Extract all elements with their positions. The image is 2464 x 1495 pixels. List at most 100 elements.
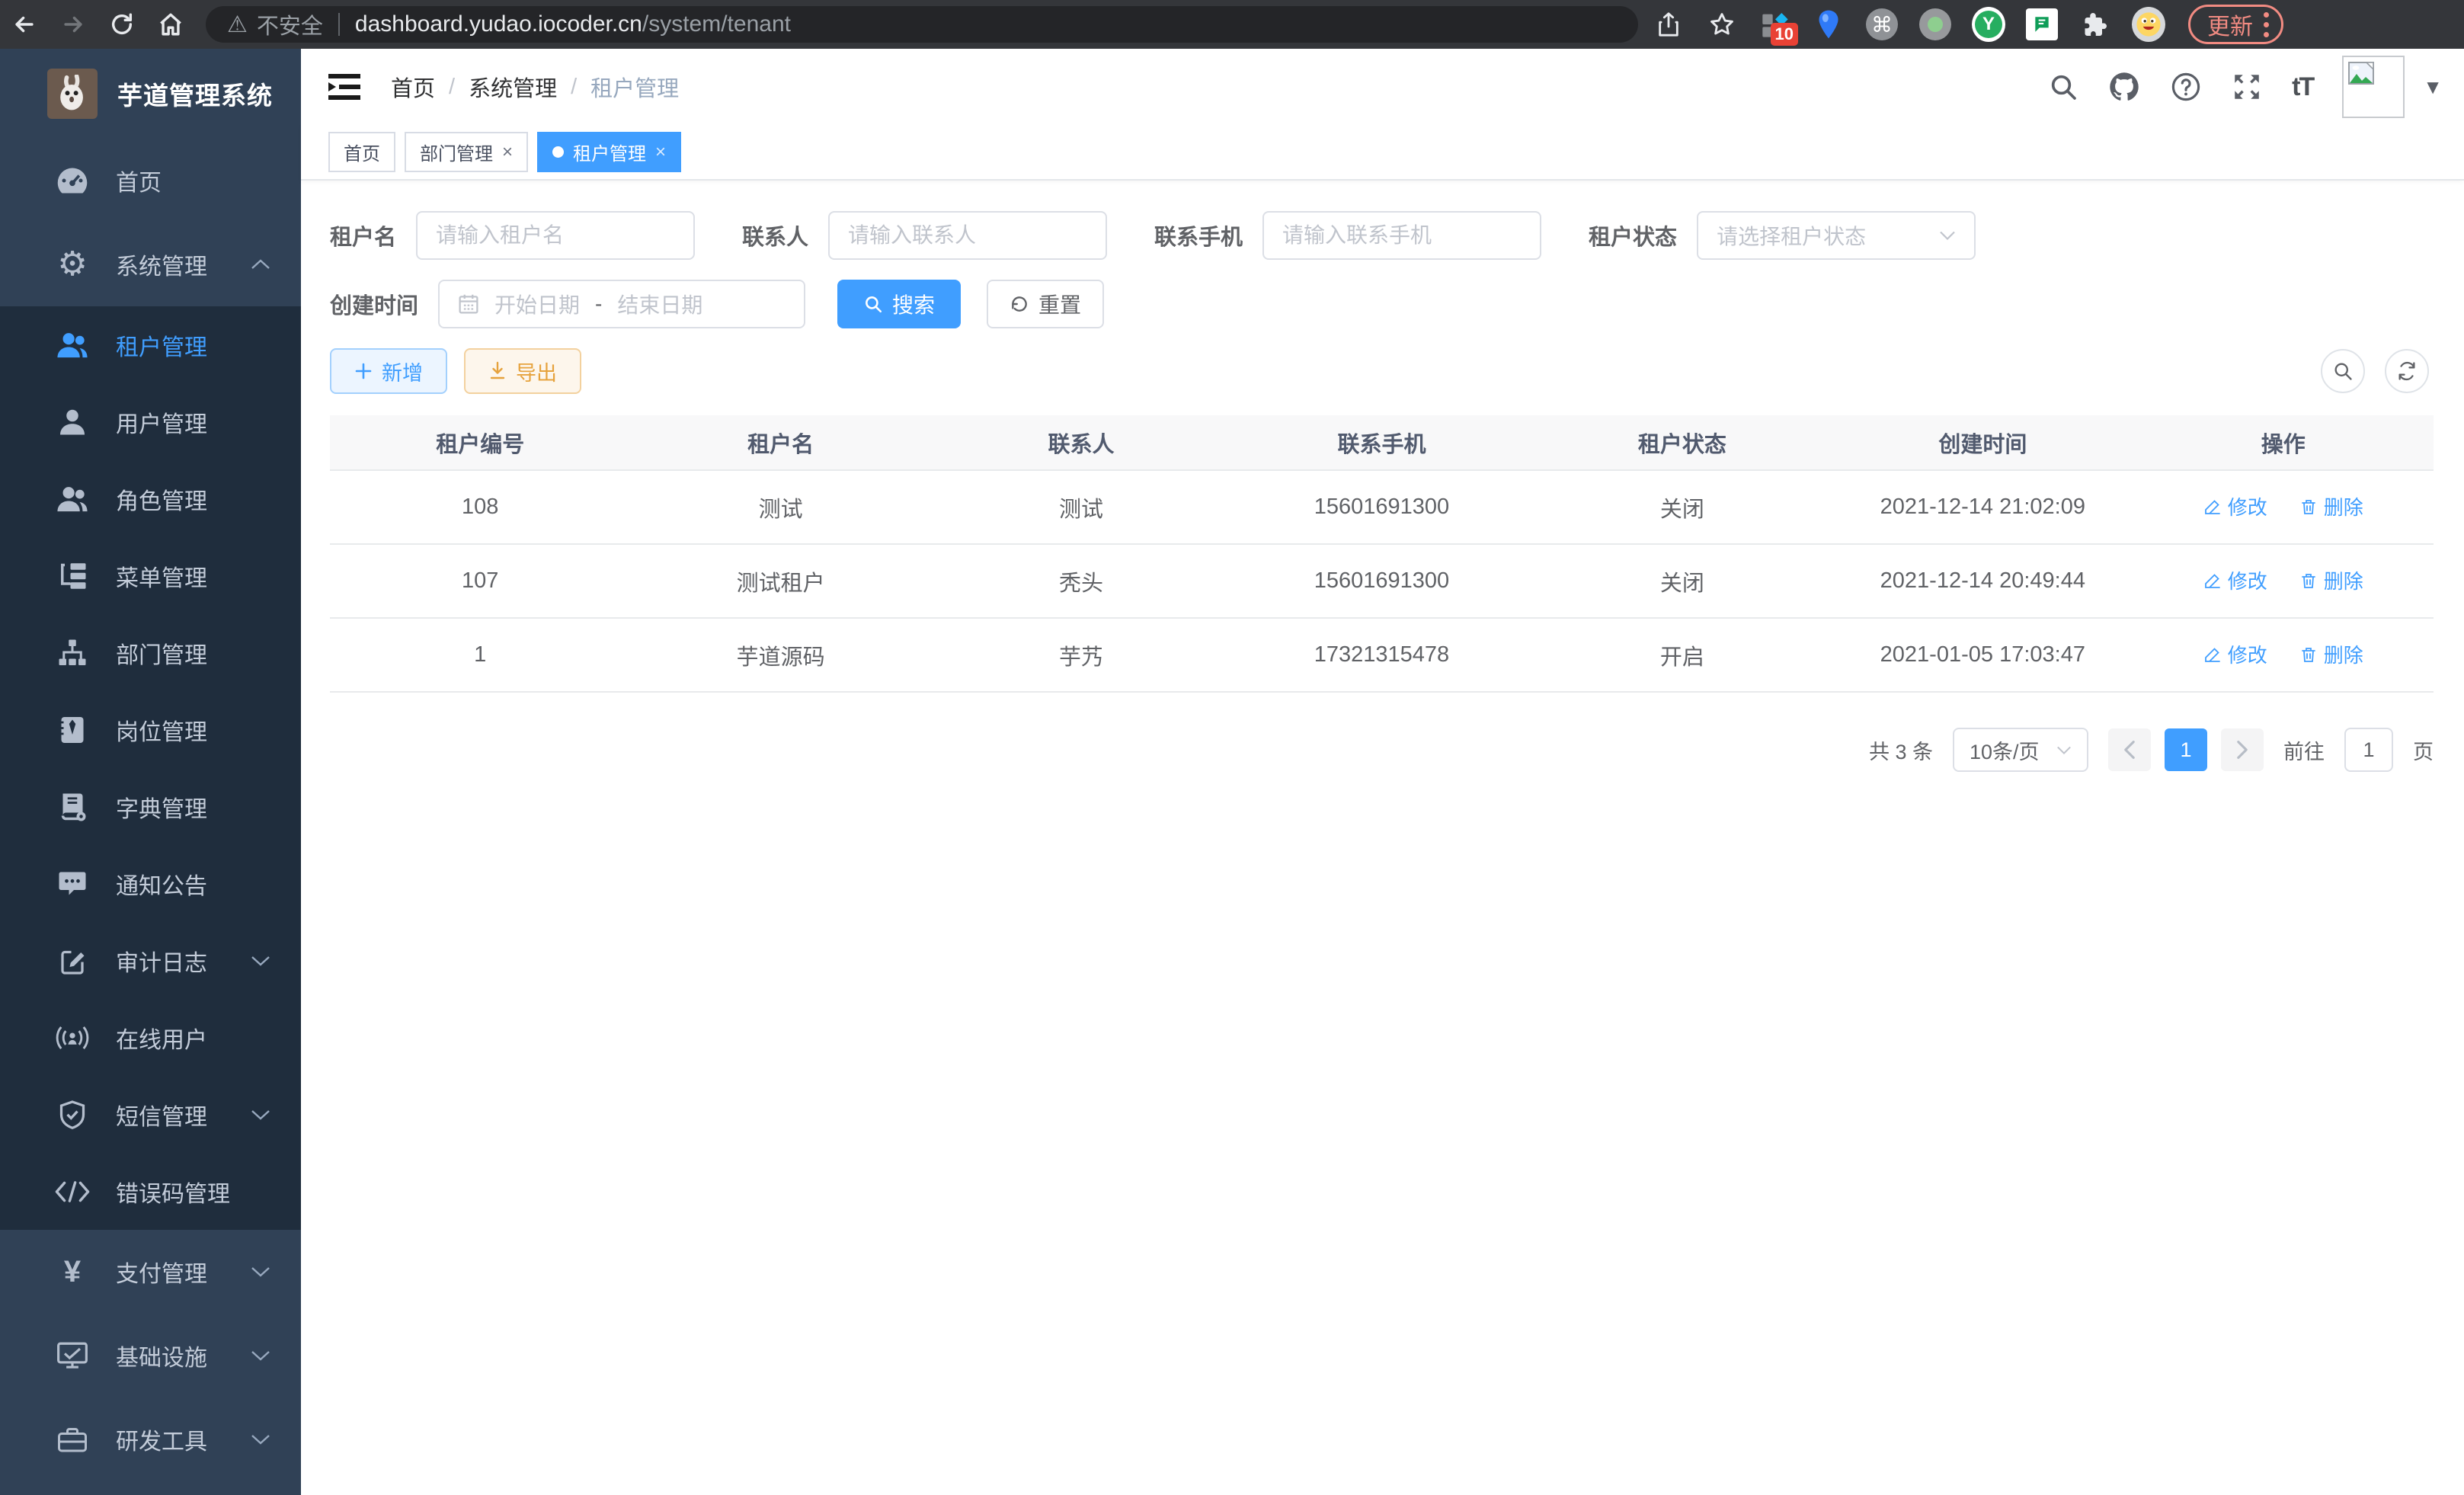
sidebar-item-online-users[interactable]: 在线用户 <box>0 999 301 1076</box>
app-title: 芋道管理系统 <box>117 75 273 112</box>
close-icon[interactable]: × <box>655 142 666 163</box>
sidebar-item-notice[interactable]: 通知公告 <box>0 845 301 922</box>
breadcrumb-system[interactable]: 系统管理 <box>469 71 557 103</box>
sidebar-item-audit-log[interactable]: 审计日志 <box>0 922 301 999</box>
sidebar-item-error-code[interactable]: 错误码管理 <box>0 1153 301 1230</box>
prev-page-button[interactable] <box>2108 728 2151 771</box>
extension-pin-icon[interactable] <box>1812 8 1845 41</box>
tab-dept[interactable]: 部门管理 × <box>405 132 528 172</box>
chevron-down-icon <box>2056 745 2072 755</box>
show-search-toggle-icon[interactable] <box>2321 349 2365 393</box>
yen-icon: ¥ <box>55 1254 90 1289</box>
cell-tenant-name: 芋道源码 <box>630 618 930 692</box>
home-icon[interactable] <box>146 0 195 49</box>
chevron-down-icon <box>251 1109 270 1121</box>
active-tab-dot <box>552 146 564 158</box>
share-icon[interactable] <box>1652 0 1685 49</box>
sidebar-item-infra[interactable]: 基础设施 <box>0 1314 301 1397</box>
url-path: /system/tenant <box>642 11 791 37</box>
profile-avatar-icon[interactable] <box>2132 8 2165 41</box>
sidebar-item-label: 角色管理 <box>116 482 207 516</box>
edit-link[interactable]: 修改 <box>2203 566 2267 594</box>
contact-input[interactable] <box>848 223 1087 248</box>
delete-link[interactable]: 删除 <box>2299 566 2363 594</box>
font-size-icon[interactable]: tT <box>2292 72 2313 102</box>
close-icon[interactable]: × <box>502 142 513 163</box>
header-search-icon[interactable] <box>2048 72 2078 102</box>
chevron-down-icon <box>251 1433 270 1445</box>
delete-link[interactable]: 删除 <box>2299 492 2363 520</box>
url-bar[interactable]: ⚠ 不安全 dashboard.yudao.iocoder.cn /system… <box>206 6 1638 43</box>
contact-label: 联系人 <box>742 219 808 251</box>
tab-tenant[interactable]: 租户管理 × <box>537 132 681 172</box>
edit-link[interactable]: 修改 <box>2203 492 2267 520</box>
dictionary-book-icon <box>55 789 90 824</box>
contact-field <box>828 211 1107 260</box>
sidebar-item-dict[interactable]: 字典管理 <box>0 768 301 845</box>
not-secure-label: 不安全 <box>257 8 323 40</box>
reload-icon[interactable] <box>98 0 146 49</box>
sidebar-item-label: 岗位管理 <box>116 713 207 747</box>
fullscreen-icon[interactable] <box>2231 71 2263 103</box>
create-time-range-picker[interactable]: 开始日期 - 结束日期 <box>438 280 805 328</box>
bookmark-star-icon[interactable] <box>1705 0 1739 49</box>
sidebar-item-sms[interactable]: 短信管理 <box>0 1076 301 1153</box>
add-button-label: 新增 <box>382 357 423 386</box>
sidebar-item-post[interactable]: 岗位管理 <box>0 691 301 768</box>
app-logo-row[interactable]: 芋道管理系统 <box>0 49 301 139</box>
extension-grid-icon[interactable]: 10 <box>1758 8 1792 41</box>
goto-page-input[interactable] <box>2344 728 2393 772</box>
sidebar-item-system[interactable]: ⚙ 系统管理 <box>0 222 301 306</box>
chrome-menu-icon[interactable] <box>2264 12 2269 37</box>
chrome-update-button[interactable]: 更新 <box>2188 5 2283 44</box>
search-button[interactable]: 搜索 <box>837 280 961 328</box>
breadcrumb-home[interactable]: 首页 <box>391 71 435 103</box>
sidebar-item-tenant[interactable]: 租户管理 <box>0 306 301 383</box>
forward-icon[interactable] <box>49 0 98 49</box>
tab-home[interactable]: 首页 <box>328 132 395 172</box>
col-mobile: 联系手机 <box>1231 415 1531 470</box>
avatar-caret-icon[interactable]: ▼ <box>2423 75 2443 99</box>
extension-chat-icon[interactable] <box>2025 8 2059 41</box>
cell-created: 2021-12-14 20:49:44 <box>1832 544 2133 618</box>
sidebar-item-menu[interactable]: 菜单管理 <box>0 537 301 614</box>
add-button[interactable]: 新增 <box>330 348 447 394</box>
extension-command-icon[interactable]: ⌘ <box>1865 8 1899 41</box>
mobile-input[interactable] <box>1282 223 1522 248</box>
online-signal-icon <box>55 1020 90 1055</box>
refresh-table-icon[interactable] <box>2385 349 2429 393</box>
reset-button[interactable]: 重置 <box>987 280 1104 328</box>
sidebar-item-payment[interactable]: ¥ 支付管理 <box>0 1230 301 1314</box>
help-icon[interactable] <box>2170 71 2202 103</box>
extension-green-dot-icon[interactable] <box>1918 8 1952 41</box>
dashboard-gauge-icon <box>55 163 90 198</box>
tenant-name-input[interactable] <box>436 223 675 248</box>
sidebar-item-dev-tools[interactable]: 研发工具 <box>0 1397 301 1481</box>
sidebar-item-role[interactable]: 角色管理 <box>0 460 301 537</box>
edit-label: 修改 <box>2228 640 2267 668</box>
sidebar-item-dept[interactable]: 部门管理 <box>0 614 301 691</box>
end-date-placeholder: 结束日期 <box>617 289 702 319</box>
user-avatar-broken-image[interactable] <box>2342 56 2405 118</box>
back-icon[interactable] <box>0 0 49 49</box>
extensions-puzzle-icon[interactable] <box>2078 8 2112 41</box>
cell-status: 开启 <box>1532 618 1832 692</box>
page-content: 租户名 联系人 联系手机 租户状态 请选择租户状态 创建时间 <box>301 181 2464 772</box>
page-size-select[interactable]: 10条/页 <box>1953 728 2088 772</box>
delete-link[interactable]: 删除 <box>2299 640 2363 668</box>
extension-yudao-icon[interactable]: Y <box>1972 8 2005 41</box>
cell-contact: 秃头 <box>931 544 1231 618</box>
edit-link[interactable]: 修改 <box>2203 640 2267 668</box>
sidebar-item-user[interactable]: 用户管理 <box>0 383 301 460</box>
status-select[interactable]: 请选择租户状态 <box>1697 211 1976 260</box>
sidebar-item-home[interactable]: 首页 <box>0 139 301 222</box>
url-host: dashboard.yudao.iocoder.cn <box>355 11 642 37</box>
next-page-button[interactable] <box>2221 728 2264 771</box>
sidebar: 芋道管理系统 首页 ⚙ 系统管理 租户管理 用户管理 角色管理 菜单管理 <box>0 49 301 1495</box>
sidebar-item-label: 用户管理 <box>116 405 207 439</box>
tab-label: 部门管理 <box>420 139 493 165</box>
page-number-1[interactable]: 1 <box>2165 728 2207 771</box>
sidebar-collapse-icon[interactable] <box>328 74 360 100</box>
export-button[interactable]: 导出 <box>464 348 581 394</box>
github-icon[interactable] <box>2107 70 2141 104</box>
